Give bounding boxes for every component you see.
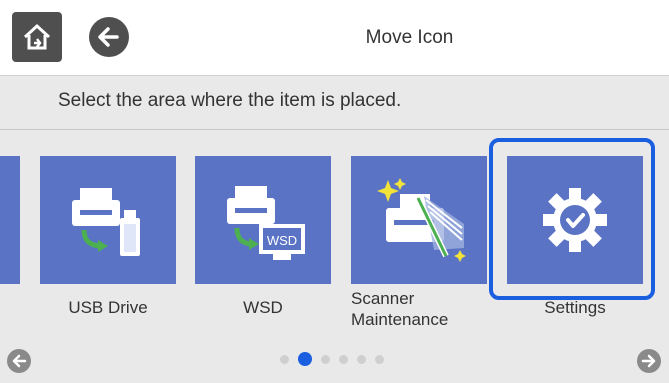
scroll-right-button[interactable] <box>636 348 662 374</box>
instruction-text: Select the area where the item is placed… <box>58 90 402 111</box>
scanner-maintenance-icon <box>377 178 466 262</box>
page-dot <box>357 354 366 364</box>
header-bar: Move Icon <box>0 0 669 76</box>
page-dot <box>321 354 330 364</box>
back-button[interactable] <box>88 16 130 58</box>
page-dot <box>339 354 348 364</box>
tile-label-settings: Settings <box>544 298 606 317</box>
usb-drive-icon <box>72 188 140 256</box>
tile-label-scanner-maintenance: Scanner Maintenance <box>351 288 448 330</box>
left-arrow-icon <box>7 349 31 373</box>
tile-usb-drive[interactable] <box>40 156 176 284</box>
scanner-maintenance-label: Scanner Maintenance <box>351 289 449 329</box>
right-arrow-icon <box>637 349 661 373</box>
tile-partial-left[interactable] <box>0 156 20 284</box>
tile-scanner-maintenance[interactable] <box>351 156 487 284</box>
wsd-icon: WSD <box>227 186 305 260</box>
page-dot <box>375 354 384 364</box>
tile-wsd[interactable]: WSD <box>195 156 331 284</box>
page-title: Move Icon <box>365 26 454 48</box>
back-arrow-icon <box>89 17 129 57</box>
page-dot <box>280 354 289 364</box>
page-dot-active <box>298 352 312 366</box>
selection-frame <box>489 138 655 300</box>
divider <box>0 129 669 130</box>
page-indicator <box>280 352 384 366</box>
tile-label-usb-drive: USB Drive <box>68 298 148 317</box>
home-button[interactable] <box>12 12 62 62</box>
scroll-left-button[interactable] <box>6 348 32 374</box>
home-icon <box>23 23 51 50</box>
svg-text:WSD: WSD <box>267 233 297 248</box>
tile-label-wsd: WSD <box>243 298 283 317</box>
